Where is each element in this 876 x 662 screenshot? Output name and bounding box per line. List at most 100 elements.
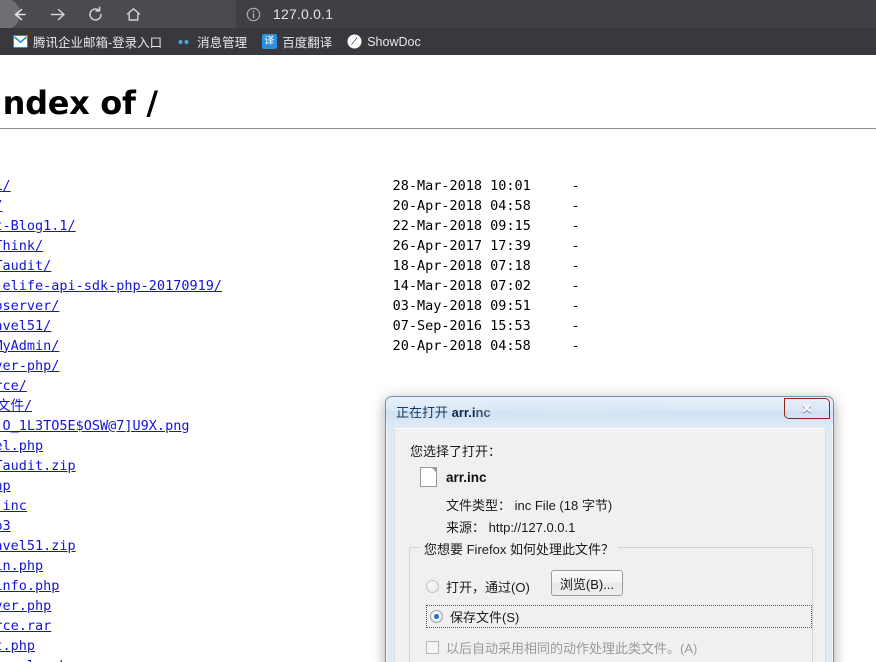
file-link[interactable]: server.php [0, 598, 51, 614]
bookmark-label: 消息管理 [197, 36, 248, 50]
listing-meta [43, 558, 393, 574]
home-button[interactable] [114, 0, 152, 28]
close-icon[interactable]: ✕ [784, 398, 830, 419]
file-source-key: 来源： [446, 520, 486, 535]
file-link[interactable]: VueThink/ [0, 238, 43, 254]
back-button[interactable] [0, 0, 38, 30]
qq-mail-icon [12, 34, 28, 50]
file-type-key: 文件类型： [446, 498, 512, 513]
listing-meta: 26-Apr-2017 17:39 - [43, 237, 580, 254]
listing-row: com-elife-api-sdk-php-20170919/ 14-Mar-2… [0, 276, 580, 296]
baidu-translate-icon: 译 [261, 34, 277, 50]
radio-open-with[interactable]: 打开，通过(O) [426, 577, 530, 596]
listing-row: MVC/ 20-Apr-2018 04:58 - [0, 196, 580, 216]
page-content: Index of / ../ HTML/ 28-Mar-2018 10:01 -… [0, 55, 876, 662]
listing-meta [0, 158, 393, 174]
horizontal-rule [0, 128, 876, 129]
listing-meta [59, 578, 392, 594]
listing-row: VueThink/ 26-Apr-2017 17:39 - [0, 236, 580, 256]
radio-open-with-label: 打开，通过(O) [446, 580, 530, 595]
listing-meta: 07-Sep-2016 15:53 - [51, 317, 580, 334]
file-link[interactable]: QAD`O_1L3TO5E$OSW@7]U9X.png [0, 418, 189, 434]
file-link[interactable]: b.mp3 [0, 518, 11, 534]
dialog-title-bar: 正在打开 arr.inc ✕ [386, 397, 833, 425]
auto-handle-checkbox-row[interactable]: 以后自动采用相同的动作处理此类文件。(A) [426, 638, 697, 657]
home-icon [126, 7, 140, 21]
reload-button[interactable] [76, 0, 114, 28]
page-title: Index of / [0, 84, 158, 123]
file-link[interactable]: login.php [0, 558, 43, 574]
handle-file-legend: 您想要 Firefox 如何处理此文件？ [420, 539, 618, 558]
showdoc-icon [346, 34, 362, 50]
open-file-dialog: 正在打开 arr.inc ✕ 您选择了打开： arr.inc 文件类型： inc… [385, 396, 834, 662]
file-link[interactable]: source.rar [0, 618, 51, 634]
listing-meta [35, 638, 393, 654]
file-link[interactable]: com-elife-api-sdk-php-20170919/ [0, 278, 222, 294]
listing-row: Typt-Blog1.1/ 22-Mar-2018 09:15 - [0, 216, 580, 236]
listing-meta [59, 358, 392, 374]
address-bar[interactable]: 127.0.0.1 [236, 0, 876, 28]
file-link[interactable]: test.php [0, 638, 35, 654]
browse-button[interactable]: 浏览(B)... [551, 570, 623, 596]
bookmark-tencent-mail[interactable]: 腾讯企业邮箱-登录入口 [6, 31, 168, 53]
file-link[interactable]: arr.inc [0, 498, 27, 514]
forward-arrow-icon [50, 8, 65, 20]
listing-meta: 22-Mar-2018 09:15 - [75, 217, 580, 234]
file-link[interactable]: server-php/ [0, 358, 59, 374]
listing-meta: 18-Apr-2018 07:18 - [51, 257, 580, 274]
radio-open-with-dot[interactable] [426, 580, 439, 593]
radio-save-file[interactable]: 保存文件(S) [426, 605, 812, 628]
file-link[interactable]: phpMyAdmin/ [0, 338, 59, 354]
dialog-body: 您选择了打开： arr.inc 文件类型： inc File (18 字节) 来… [394, 428, 826, 662]
radio-save-file-dot[interactable] [430, 610, 443, 623]
file-link[interactable]: PHPTaudit/ [0, 258, 51, 274]
bookmark-message-management[interactable]: 消息管理 [170, 31, 253, 53]
listing-row: laravel51/ 07-Sep-2016 15:53 - [0, 316, 580, 336]
file-link[interactable]: laravel51.zip [0, 538, 76, 554]
bookmark-baidu-translate[interactable]: 译 百度翻译 [255, 31, 338, 53]
browser-toolbar: 127.0.0.1 [0, 0, 876, 30]
listing-meta: 28-Mar-2018 10:01 - [10, 177, 580, 194]
file-link[interactable]: Model.php [0, 438, 43, 454]
listing-meta: 20-Apr-2018 04:58 - [59, 337, 580, 354]
listing-meta [76, 658, 393, 662]
listing-meta [11, 478, 393, 494]
listing-meta [27, 498, 393, 514]
auto-handle-label: 以后自动采用相同的动作处理此类文件。(A) [446, 641, 698, 656]
listing-row: ../ [0, 156, 580, 176]
listing-meta [189, 418, 392, 434]
dialog-title-filename: arr.inc [451, 404, 491, 420]
file-link[interactable]: a.php [0, 478, 11, 494]
file-link[interactable]: HTML/ [0, 178, 11, 194]
file-name-label: arr.inc [446, 469, 487, 485]
file-link[interactable]: httpserver/ [0, 298, 59, 314]
listing-meta [51, 598, 392, 614]
file-link[interactable]: source/ [0, 378, 27, 394]
auto-handle-checkbox[interactable] [426, 641, 439, 654]
listing-meta [43, 438, 393, 454]
file-link[interactable]: PHPTaudit.zip [0, 458, 76, 474]
navigation-buttons [0, 0, 152, 30]
file-link[interactable]: laravel51/ [0, 318, 51, 334]
reload-icon [88, 6, 102, 21]
file-link[interactable]: 交接文件/ [0, 398, 32, 414]
file-document-icon [420, 467, 437, 487]
info-circle-icon[interactable] [246, 7, 261, 22]
file-link[interactable]: wx_sample.php [0, 658, 76, 662]
listing-row: PHPTaudit/ 18-Apr-2018 07:18 - [0, 256, 580, 276]
bookmark-label: ShowDoc [367, 34, 421, 49]
listing-meta [76, 458, 393, 474]
forward-button[interactable] [38, 0, 76, 28]
listing-meta: 20-Apr-2018 04:58 - [2, 197, 580, 214]
listing-meta: 03-May-2018 09:51 - [59, 297, 580, 314]
file-source-value: http://127.0.0.1 [488, 520, 576, 535]
listing-meta [51, 618, 392, 634]
listing-row: HTML/ 28-Mar-2018 10:01 - [0, 176, 580, 196]
back-arrow-icon [14, 8, 26, 20]
file-link[interactable]: phpinfo.php [0, 578, 59, 594]
listing-meta [76, 538, 393, 554]
dialog-title: 正在打开 arr.inc [386, 402, 491, 421]
file-link[interactable]: Typt-Blog1.1/ [0, 218, 76, 234]
url-text: 127.0.0.1 [273, 6, 334, 22]
bookmark-showdoc[interactable]: ShowDoc [340, 31, 427, 53]
